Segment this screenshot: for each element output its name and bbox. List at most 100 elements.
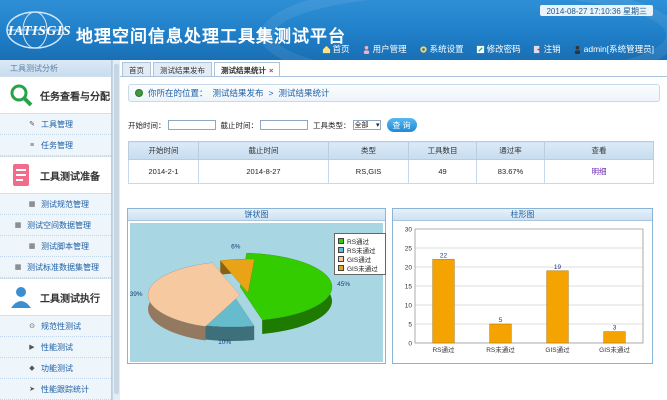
magnifier-icon — [10, 84, 33, 107]
pie-chart-body: 45% 10% 39% 6% RS通过 RS未通过 GIS通过 GIS未通过 — [130, 223, 386, 362]
x-tick-label: RS未通过 — [486, 345, 515, 354]
close-icon[interactable]: × — [269, 66, 273, 75]
sidebar-group-exec[interactable]: 工具测试执行 — [0, 278, 111, 316]
stack-icon: ≡ — [29, 141, 35, 149]
col-pass-rate: 通过率 — [476, 141, 545, 160]
pencil-icon: ✎ — [29, 121, 35, 128]
grid-icon: ▦ — [14, 264, 22, 271]
table-header-row: 开始时间 截止时间 类型 工具数目 通过率 查看 — [128, 141, 654, 160]
table-row: 2014-2-1 2014-8-27 RS,GIS 49 83.67% 明细 — [128, 159, 654, 184]
y-tick-label: 15 — [405, 284, 413, 291]
tool-type-value: 全部 — [354, 122, 369, 129]
tab-label: 测试结果统计 — [221, 66, 266, 75]
end-time-input[interactable] — [260, 120, 308, 130]
legend-swatch — [338, 255, 344, 262]
bar — [489, 323, 512, 344]
sidebar-group-label: 任务查看与分配 — [40, 91, 110, 103]
person-icon — [11, 287, 31, 308]
tab-bar: 首页 测试结果发布 测试结果统计 × — [122, 62, 281, 76]
app-header: IATISGIS 地理空间信息处理工具集测试平台 2014-08-27 17:1… — [0, 0, 667, 60]
bar-chart-panel: 柱形图 0 5 10 15 20 25 30 22 RS通过 5 RS未通过 19 GIS通过 3 GIS未… — [392, 208, 653, 364]
nav-home[interactable]: 首页 — [317, 43, 355, 55]
sidebar-top-item[interactable]: 工具测试分析 — [0, 60, 111, 76]
x-tick-label: RS通过 — [432, 345, 455, 354]
breadcrumb-link-publish[interactable]: 测试结果发布 — [213, 87, 264, 99]
tab-result-stats[interactable]: 测试结果统计 × — [214, 62, 281, 76]
start-time-input[interactable] — [167, 120, 216, 130]
y-tick-label: 10 — [405, 303, 413, 310]
tab-result-publish[interactable]: 测试结果发布 — [153, 62, 212, 76]
nav-users[interactable]: 用户管理 — [357, 43, 412, 55]
col-view: 查看 — [544, 141, 654, 160]
sidebar-item-spatial-data[interactable]: ▦ 测试空间数据管理 — [0, 215, 111, 236]
bar-data-label: 19 — [554, 264, 562, 271]
sidebar-item-label: 测试脚本管理 — [41, 241, 89, 251]
chevron-down-icon: ▾ — [375, 122, 380, 129]
sidebar-item-dataset-mgmt[interactable]: ▦ 测试标准数据集管理 — [0, 257, 111, 278]
nav-password[interactable]: 修改密码 — [471, 43, 526, 55]
sidebar-item-task-mgmt[interactable]: ≡ 任务管理 — [0, 135, 111, 156]
breadcrumb: 你所在的位置： 测试结果发布 > 测试结果统计 — [128, 84, 660, 102]
bar-data-label: 5 — [499, 317, 503, 324]
grid-icon: ▦ — [28, 243, 36, 250]
detail-link[interactable]: 明细 — [544, 159, 654, 184]
arrow-icon: ➤ — [29, 386, 35, 393]
pie-chart-panel: 饼状图 45% 10% 39% 6% RS通过 RS未通过 GIS通过 GIS未通过 — [127, 208, 386, 364]
cell-start-time: 2014-2-1 — [128, 159, 199, 184]
legend-swatch — [338, 237, 344, 244]
tool-type-select[interactable]: 全部 ▾ — [352, 120, 381, 130]
play-icon: ▶ — [29, 344, 35, 351]
cell-type: RS,GIS — [328, 159, 409, 184]
sidebar-item-label: 性能测试 — [41, 342, 73, 352]
nav-current-user[interactable]: admin[系统管理员] — [568, 43, 659, 55]
col-start-time: 开始时间 — [128, 141, 199, 160]
sidebar-item-perf-test[interactable]: ▶ 性能测试 — [0, 337, 111, 358]
nav-settings[interactable]: 系统设置 — [414, 43, 469, 55]
document-icon — [13, 164, 29, 186]
sidebar-item-func-test[interactable]: ◆ 功能测试 — [0, 358, 111, 379]
nav-home-label: 首页 — [332, 44, 350, 54]
gear-icon — [419, 45, 427, 53]
bar-chart-title: 柱形图 — [393, 209, 652, 221]
sidebar-scrollbar[interactable] — [112, 60, 120, 400]
location-icon — [135, 89, 143, 97]
logo-text: IATISGIS — [8, 24, 72, 39]
x-tick-label: GIS通过 — [545, 345, 570, 354]
grid-icon: ▦ — [14, 222, 22, 229]
nav-logout-label: 注销 — [543, 44, 561, 54]
sidebar: 工具测试分析 任务查看与分配 ✎ 工具管理 ≡ 任务管理 工具测试准备 ▦ 测试规范管… — [0, 60, 112, 400]
bar-chart: 0 5 10 15 20 25 30 22 RS通过 5 RS未通过 19 GIS通过 3 GIS未通过 — [405, 227, 644, 354]
diamond-icon: ◆ — [29, 365, 35, 372]
sidebar-item-script-mgmt[interactable]: ▦ 测试脚本管理 — [0, 236, 111, 257]
sidebar-item-tool-mgmt[interactable]: ✎ 工具管理 — [0, 114, 111, 135]
sidebar-group-label: 工具测试执行 — [40, 293, 100, 305]
start-time-label: 开始时间： — [128, 120, 166, 130]
col-end-time: 截止时间 — [198, 141, 329, 160]
cell-end-time: 2014-8-27 — [198, 159, 329, 184]
nav-logout[interactable]: 注销 — [528, 43, 566, 55]
sidebar-item-label: 测试规范管理 — [41, 199, 89, 209]
sidebar-item-perf-stats[interactable]: ➤ 性能跟踪统计 — [0, 379, 111, 400]
sidebar-item-label: 规范性测试 — [41, 321, 81, 331]
query-button[interactable]: 查 询 — [386, 118, 417, 132]
pie-data-label: 39% — [130, 291, 143, 298]
grid-icon: ▦ — [28, 201, 36, 208]
legend-swatch — [338, 264, 344, 271]
filter-bar: 开始时间： 截止时间： 工具类型： 全部 ▾ 查 询 — [128, 117, 417, 133]
pie-data-label: 45% — [337, 281, 350, 288]
bar-data-label: 3 — [613, 325, 617, 332]
legend-label: GIS未通过 — [347, 265, 378, 273]
nav-current-user-label: admin[系统管理员] — [583, 44, 654, 54]
y-tick-label: 30 — [405, 227, 413, 234]
bar — [546, 270, 569, 344]
sidebar-item-label: 测试标准数据集管理 — [27, 262, 99, 272]
sidebar-group-task[interactable]: 任务查看与分配 — [0, 76, 111, 114]
sidebar-item-label: 任务管理 — [41, 140, 73, 150]
sidebar-item-spec-mgmt[interactable]: ▦ 测试规范管理 — [0, 194, 111, 215]
scrollbar-thumb[interactable] — [114, 64, 119, 394]
sidebar-item-normative-test[interactable]: ⊙ 规范性测试 — [0, 316, 111, 337]
tab-home[interactable]: 首页 — [122, 62, 151, 76]
sidebar-group-prep[interactable]: 工具测试准备 — [0, 156, 111, 194]
sidebar-item-label: 工具管理 — [41, 119, 73, 129]
y-tick-label: 20 — [405, 265, 413, 272]
